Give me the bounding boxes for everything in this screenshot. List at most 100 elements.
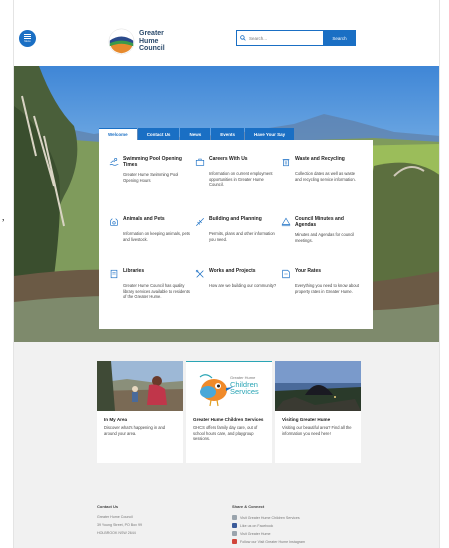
tools-icon bbox=[195, 269, 204, 278]
tile-title: Building and Planning bbox=[209, 216, 262, 222]
kids-outdoors-image bbox=[97, 361, 183, 411]
logo-text: Greater Hume Council bbox=[139, 30, 165, 53]
footer-link[interactable]: Follow our Visit Greater Hume Instagram bbox=[232, 539, 305, 544]
card-visiting-greater-hume[interactable]: Visiting Greater Hume Visiting our beaut… bbox=[275, 361, 361, 463]
site-footer: Contact Us Greater Hume Council 39 Young… bbox=[14, 484, 439, 548]
menu-button[interactable]: Menu bbox=[19, 30, 36, 47]
tile-title: Waste and Recycling bbox=[295, 156, 345, 162]
tile-works-projects[interactable]: Works and Projects How are we building o… bbox=[195, 268, 277, 289]
tile-title: Works and Projects bbox=[209, 268, 256, 274]
tile-title: Council Minutes and Agendas bbox=[295, 216, 344, 228]
search-field bbox=[236, 30, 323, 46]
search-icon bbox=[240, 35, 246, 41]
logo-line: Council bbox=[139, 45, 165, 53]
feature-cards-section: In My Area Discover what's happening in … bbox=[14, 342, 439, 484]
tile-waste-recycling[interactable]: Waste and Recycling Collection dates as … bbox=[281, 156, 363, 182]
card-description: Discover what's happening in and around … bbox=[104, 425, 166, 436]
tab-have-your-say[interactable]: Have Your Say bbox=[244, 128, 295, 140]
footer-contact: Contact Us Greater Hume Council 39 Young… bbox=[97, 504, 142, 539]
tile-council-minutes[interactable]: Council Minutes and Agendas Minutes and … bbox=[281, 216, 363, 243]
tile-libraries[interactable]: Libraries Greater Hume Council has quali… bbox=[109, 268, 191, 300]
footer-link-label: Visit Greater Hume bbox=[240, 531, 271, 536]
quick-links-tabs: Welcome Contact Us News Events Have Your… bbox=[99, 128, 295, 140]
book-icon bbox=[110, 269, 118, 279]
link-icon bbox=[232, 515, 237, 520]
youtube-icon bbox=[232, 539, 237, 544]
tile-description: Collection dates as well as waste and re… bbox=[295, 171, 356, 182]
dusk-landscape-image bbox=[275, 361, 361, 411]
tile-swimming-pool[interactable]: Swimming Pool Opening Times Greater Hume… bbox=[109, 156, 191, 183]
bin-icon bbox=[282, 159, 290, 167]
link-icon bbox=[232, 531, 237, 536]
swimmer-icon bbox=[109, 158, 119, 166]
logo-line: Hume bbox=[139, 37, 159, 45]
footer-link-label: Like us on Facebook bbox=[240, 523, 274, 528]
tile-animals-pets[interactable]: Animals and Pets Information on keeping … bbox=[109, 216, 191, 242]
rates-icon bbox=[282, 269, 290, 279]
footer-link[interactable]: Like us on Facebook bbox=[232, 523, 305, 528]
stray-mark: , bbox=[2, 212, 5, 223]
card-title: Visiting Greater Hume bbox=[282, 417, 331, 422]
wordmark-big: Services bbox=[230, 387, 259, 396]
contact-line: Greater Hume Council bbox=[97, 515, 133, 519]
tile-description: Minutes and Agendas for council meetings… bbox=[295, 232, 355, 243]
tile-description: Information on current employment opport… bbox=[209, 171, 273, 188]
footer-link-label: Visit Greater Hume Children Services bbox=[240, 515, 300, 520]
tile-title: Swimming Pool Opening Times bbox=[123, 156, 182, 168]
logo-line: Greater bbox=[139, 30, 164, 38]
search-form: Search bbox=[236, 30, 356, 46]
tile-careers[interactable]: Careers With Us Information on current e… bbox=[195, 156, 277, 188]
menu-bar bbox=[24, 36, 31, 37]
search-button[interactable]: Search bbox=[323, 30, 356, 46]
site-logo[interactable]: Greater Hume Council bbox=[108, 28, 165, 55]
tile-description: Information on keeping animals, pets and… bbox=[123, 231, 190, 242]
card-title: In My Area bbox=[104, 417, 128, 422]
card-children-services[interactable]: Greater Hume Children Services Greater H… bbox=[186, 361, 272, 463]
tile-description: Greater Hume Swimming Pool Opening Hours bbox=[123, 172, 179, 183]
paw-icon bbox=[110, 218, 118, 226]
children-services-wordmark: Greater Hume Children Services bbox=[230, 374, 259, 395]
tile-description: How are we building our community? bbox=[209, 283, 277, 288]
tile-title: Libraries bbox=[123, 268, 145, 274]
card-description: GHCS offers family day care, out of scho… bbox=[193, 425, 258, 442]
tab-welcome[interactable]: Welcome bbox=[99, 128, 137, 140]
site-header: Menu Greater Hume Council Search bbox=[14, 0, 439, 66]
tile-title: Your Rates bbox=[295, 268, 322, 274]
footer-link[interactable]: Visit Greater Hume Children Services bbox=[232, 515, 305, 520]
tile-building-planning[interactable]: Building and Planning Permits, plans and… bbox=[195, 216, 277, 242]
council-logo-icon bbox=[108, 28, 135, 55]
contact-line: HOLBROOK NSW 2644 bbox=[97, 531, 136, 535]
footer-link-label: Follow our Visit Greater Hume Instagram bbox=[240, 539, 306, 544]
tab-events[interactable]: Events bbox=[211, 128, 244, 140]
tile-description: Permits, plans and other information you… bbox=[209, 231, 275, 242]
card-image-visiting bbox=[275, 361, 361, 411]
tab-news[interactable]: News bbox=[180, 128, 211, 140]
facebook-icon bbox=[232, 523, 237, 528]
card-image-in-my-area bbox=[97, 361, 183, 411]
quick-links-panel: Swimming Pool Opening Times Greater Hume… bbox=[99, 140, 373, 329]
menu-bar bbox=[24, 38, 31, 39]
tile-title: Careers With Us bbox=[209, 156, 248, 162]
briefcase-icon bbox=[195, 158, 205, 166]
card-description: Visiting our beautiful area? Find all th… bbox=[282, 425, 352, 436]
gavel-icon bbox=[281, 217, 291, 227]
building-icon bbox=[196, 218, 204, 226]
menu-bar bbox=[24, 34, 31, 35]
tile-description: Greater Hume Council has quality library… bbox=[123, 283, 190, 300]
contact-line: 39 Young Street, PO Box 99 bbox=[97, 523, 142, 527]
footer-contact-heading: Contact Us bbox=[97, 504, 119, 509]
card-in-my-area[interactable]: In My Area Discover what's happening in … bbox=[97, 361, 183, 463]
card-title: Greater Hume Children Services bbox=[193, 417, 264, 422]
tile-title: Animals and Pets bbox=[123, 216, 165, 222]
tile-description: Everything you need to know about proper… bbox=[295, 283, 359, 294]
menu-label: Menu bbox=[24, 40, 31, 43]
footer-link[interactable]: Visit Greater Hume bbox=[232, 531, 305, 536]
footer-share-heading: Share & Connect bbox=[232, 504, 265, 509]
search-input[interactable] bbox=[249, 35, 319, 41]
tab-contact-us[interactable]: Contact Us bbox=[137, 128, 180, 140]
children-services-logo-icon bbox=[199, 374, 233, 407]
card-image-children-services: Greater Hume Children Services bbox=[186, 361, 272, 411]
tile-your-rates[interactable]: Your Rates Everything you need to know a… bbox=[281, 268, 363, 294]
browser-page: Menu Greater Hume Council Search... Sear… bbox=[13, 0, 440, 548]
footer-share: Share & Connect Visit Greater Hume Child… bbox=[232, 504, 305, 547]
